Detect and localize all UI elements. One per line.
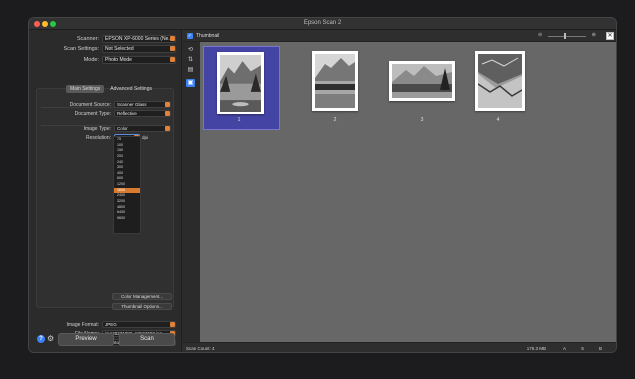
- thumbnail-label: Thumbnail: [196, 33, 220, 39]
- resolution-label: Resolution:: [85, 135, 111, 141]
- thumbnail-options-button[interactable]: Thumbnail Options...: [112, 303, 172, 310]
- title-bar: Epson Scan 2: [29, 18, 616, 30]
- tab-main-settings[interactable]: Main Settings: [66, 85, 105, 93]
- zoom-in-icon[interactable]: ⊕: [592, 32, 596, 38]
- image-format-label: Image Format:: [66, 322, 99, 328]
- chevron-down-icon: [170, 57, 175, 62]
- mode-value: Photo Mode: [105, 57, 132, 63]
- scanner-select[interactable]: EPSON XP-6000 Series (Ne...: [102, 35, 176, 43]
- thumbnail-item[interactable]: 2: [295, 42, 375, 137]
- scanner-label: Scanner:: [76, 36, 99, 42]
- delete-icon[interactable]: ▤: [186, 66, 195, 74]
- close-thumbnail-button[interactable]: ✕: [606, 32, 614, 40]
- photo-image: [220, 55, 261, 113]
- resolution-unit: dpi: [142, 135, 149, 140]
- settings-panel: Scanner: EPSON XP-6000 Series (Ne... Sca…: [29, 30, 181, 352]
- chevron-down-icon: [170, 46, 175, 51]
- tab-advanced-settings[interactable]: Advanced Settings: [106, 85, 156, 93]
- scanner-row: Scanner: EPSON XP-6000 Series (Ne...: [29, 35, 181, 43]
- image-type-label: Image Type:: [83, 126, 111, 132]
- image-type-row: Image Type: Color: [29, 125, 181, 132]
- status-bar: Scan Count: 4 175.3 MB A S B: [182, 342, 616, 352]
- mode-row: Mode: Photo Mode: [29, 56, 181, 64]
- window-title: Epson Scan 2: [303, 20, 342, 26]
- scanner-value: EPSON XP-6000 Series (Ne...: [105, 36, 173, 42]
- thumbnail-number: 1: [237, 117, 241, 123]
- total-size: 175.3 MB: [526, 346, 546, 351]
- s-indicator: S: [580, 346, 584, 351]
- settings-content-panel: [36, 88, 174, 308]
- thumbnail-item[interactable]: 3: [382, 42, 462, 137]
- thumbnail-grid: 1 2 3 4: [200, 42, 616, 342]
- photo-image: [392, 64, 452, 98]
- photo-image: [478, 54, 522, 108]
- b-indicator: B: [598, 346, 602, 351]
- document-source-row: Document Source: Scanner Glass: [29, 101, 181, 108]
- resolution-dropdown: 75 100 150 200 240 300 400 600 1200 1600 2400 3200 4…: [113, 136, 141, 234]
- mode-label: Mode:: [83, 57, 99, 63]
- document-type-select[interactable]: Reflective: [114, 110, 171, 117]
- chevron-down-icon: [165, 126, 170, 131]
- scan-settings-row: Scan Settings: Not Selected: [29, 45, 181, 53]
- zoom-out-icon[interactable]: ⊖: [538, 32, 542, 38]
- document-type-row: Document Type: Reflective: [29, 110, 181, 117]
- select-tool-icon[interactable]: ▣: [186, 79, 195, 87]
- chevron-down-icon: [165, 102, 170, 107]
- image-format-row: Image Format: JPEG: [29, 321, 181, 328]
- app-window: Epson Scan 2 Scanner: EPSON XP-6000 Seri…: [28, 17, 617, 353]
- mode-select[interactable]: Photo Mode: [102, 56, 176, 64]
- photo-frame: [389, 61, 455, 101]
- image-format-value: JPEG: [105, 322, 117, 327]
- document-source-value: Scanner Glass: [117, 102, 147, 107]
- scan-settings-value: Not Selected: [105, 46, 134, 52]
- zoom-knob[interactable]: [564, 33, 566, 39]
- tool-strip: ⟲ ⇅ ▤ ▣: [182, 42, 200, 342]
- resolution-row: Resolution: 1600 dpi: [29, 134, 181, 141]
- zoom-track: [548, 36, 586, 37]
- photo-image: [315, 54, 355, 108]
- image-type-value: Color: [117, 126, 128, 131]
- resolution-option[interactable]: 9600: [114, 216, 140, 222]
- photo-frame: [475, 51, 525, 111]
- scan-settings-select[interactable]: Not Selected: [102, 45, 176, 53]
- scan-settings-label: Scan Settings:: [63, 46, 99, 52]
- scan-count: Scan Count: 4: [186, 346, 215, 351]
- photo-frame: [217, 52, 264, 114]
- thumbnail-item[interactable]: 1: [200, 42, 280, 137]
- thumbnail-checkbox[interactable]: ✓: [187, 33, 193, 39]
- color-management-button[interactable]: Color Management...: [112, 293, 172, 300]
- thumbnail-number: 3: [420, 117, 424, 123]
- thumbnail-number: 2: [333, 117, 337, 123]
- document-type-value: Reflective: [117, 111, 137, 116]
- help-icon[interactable]: ?: [37, 335, 45, 343]
- zoom-slider[interactable]: ⊖ ⊕: [538, 32, 596, 39]
- chevron-down-icon: [170, 36, 175, 41]
- image-type-select[interactable]: Color: [114, 125, 171, 132]
- photo-frame: [312, 51, 358, 111]
- zoom-indicator: A: [562, 346, 566, 351]
- thumbnail-item[interactable]: 4: [458, 42, 538, 137]
- document-source-select[interactable]: Scanner Glass: [114, 101, 171, 108]
- chevron-down-icon: [165, 111, 170, 116]
- gear-icon[interactable]: ⚙: [47, 334, 56, 343]
- thumbnail-toolbar: ✓ Thumbnail ⊖ ⊕ ✕: [182, 30, 616, 42]
- preview-button[interactable]: Preview: [58, 333, 114, 346]
- document-source-label: Document Source:: [69, 102, 111, 108]
- preview-area: ✓ Thumbnail ⊖ ⊕ ✕ ⟲ ⇅ ▤ ▣ 1 2 3 4 Scan C…: [181, 30, 616, 352]
- image-format-select[interactable]: JPEG: [102, 321, 176, 328]
- chevron-down-icon: [170, 322, 175, 327]
- document-type-label: Document Type:: [74, 111, 111, 117]
- settings-tabs: Main Settings Advanced Settings: [66, 85, 156, 93]
- rotate-icon[interactable]: ⟲: [186, 46, 195, 54]
- scan-button[interactable]: Scan: [119, 333, 175, 346]
- thumbnail-number: 4: [496, 117, 500, 123]
- flip-icon[interactable]: ⇅: [186, 56, 195, 64]
